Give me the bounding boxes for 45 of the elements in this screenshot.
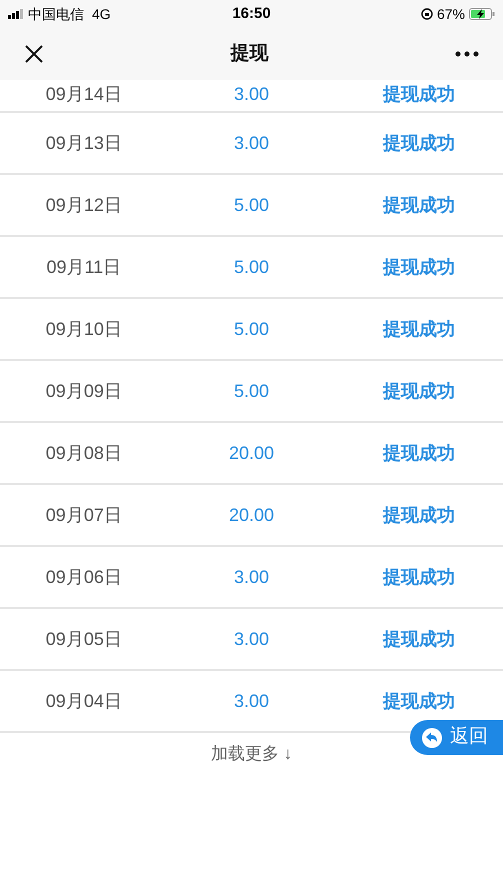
- load-more-button[interactable]: 加载更多 ↓: [210, 741, 292, 766]
- date-cell-text: 09月11日: [45, 256, 122, 278]
- charging-battery-icon: [469, 8, 495, 20]
- clock-time: 16:50: [232, 4, 271, 24]
- status-cell-text: 提现成功: [382, 442, 456, 464]
- close-icon[interactable]: [24, 44, 44, 64]
- amount-cell-text: 3.00: [232, 566, 270, 588]
- status-cell-text: 提现成功: [382, 318, 456, 340]
- status-cell-text: 提现成功: [382, 132, 456, 154]
- rotation-lock-icon: [420, 8, 433, 20]
- carrier-name: 中国电信: [28, 4, 84, 24]
- amount-cell-text: 3.00: [232, 628, 270, 650]
- amount-cell-text: 3.00: [232, 132, 270, 154]
- more-icon[interactable]: [455, 51, 479, 57]
- network-type: 4G: [92, 4, 111, 24]
- status-cell-text: 提现成功: [382, 504, 456, 526]
- status-cell-text: 提现成功: [382, 566, 456, 588]
- amount-cell-text: 20.00: [228, 442, 276, 464]
- date-cell-text: 09月09日: [44, 380, 123, 402]
- date-cell-text: 09月05日: [44, 628, 123, 650]
- amount-cell-text: 3.00: [232, 83, 270, 106]
- status-cell-text: 提现成功: [382, 256, 456, 278]
- battery-percent: 67%: [436, 4, 465, 24]
- date-cell-text: 09月04日: [44, 690, 123, 712]
- page-title: 提现: [229, 42, 270, 66]
- date-cell-text: 09月13日: [44, 132, 123, 154]
- date-cell-text: 09月14日: [44, 83, 123, 106]
- date-cell-text: 09月08日: [44, 442, 123, 464]
- date-cell-text: 09月10日: [44, 318, 123, 340]
- status-cell-text: 提现成功: [382, 194, 456, 216]
- amount-cell-text: 3.00: [232, 690, 270, 712]
- amount-cell-text: 20.00: [228, 504, 276, 526]
- status-cell-text: 提现成功: [382, 690, 456, 712]
- date-cell-text: 09月06日: [44, 566, 123, 588]
- status-cell-text: 提现成功: [382, 628, 456, 650]
- signal-icon: [8, 9, 24, 19]
- amount-cell-text: 5.00: [232, 380, 270, 402]
- back-button[interactable]: 返回: [410, 720, 503, 755]
- amount-cell-text: 5.00: [232, 194, 270, 216]
- status-cell-text: 提现成功: [382, 380, 456, 402]
- amount-cell-text: 5.00: [232, 318, 270, 340]
- date-cell-text: 09月12日: [44, 194, 123, 216]
- status-cell-text: 提现成功: [382, 83, 456, 106]
- date-cell-text: 09月07日: [44, 504, 123, 526]
- amount-cell-text: 5.00: [232, 256, 270, 278]
